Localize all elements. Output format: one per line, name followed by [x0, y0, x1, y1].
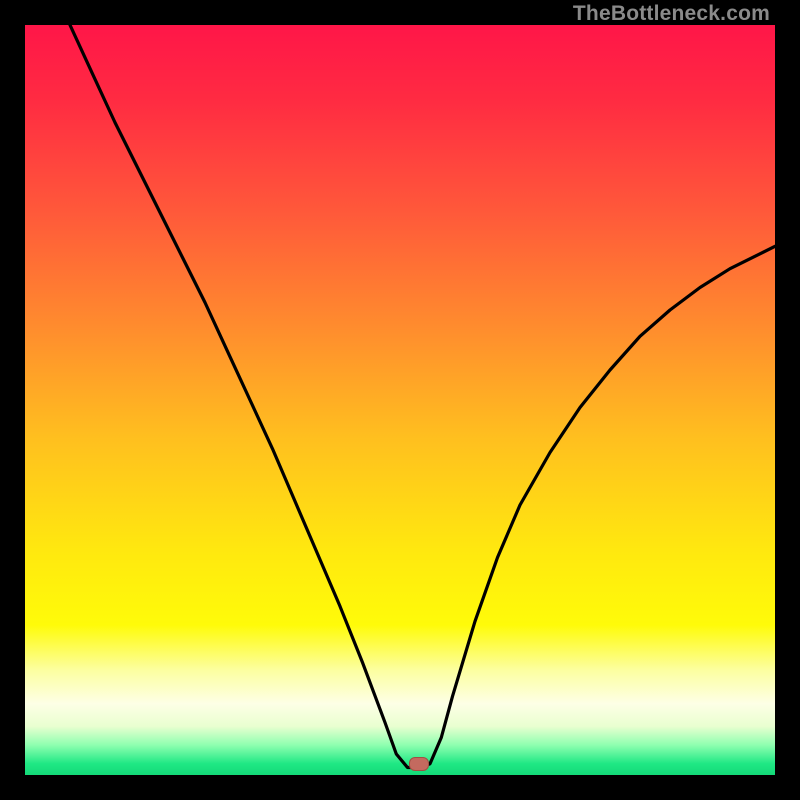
optimal-point-marker — [409, 757, 429, 771]
chart-frame: TheBottleneck.com — [0, 0, 800, 800]
bottleneck-curve — [25, 25, 775, 775]
plot-area — [25, 25, 775, 775]
watermark-text: TheBottleneck.com — [573, 2, 770, 26]
